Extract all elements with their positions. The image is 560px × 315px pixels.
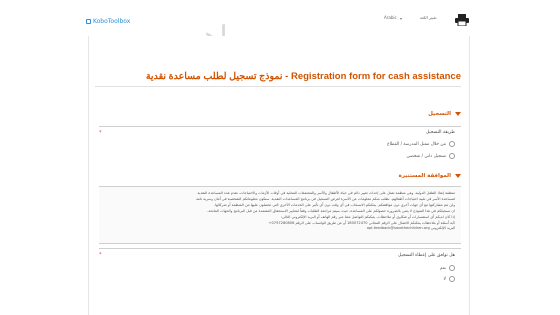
option-label: لا [443,276,446,282]
option-self-registration[interactable]: تسجيل ذاتي / شخصي [407,153,455,159]
question-label: هل توافق على إعطاء التسجيل [398,253,455,258]
consent-note: منظمة إنقاذ الطفل الدولية، وهي منظمة تعم… [99,186,461,244]
radio-button[interactable] [449,153,455,159]
question-label: طريقة التسجيل [425,130,455,135]
consent-contact: opt.feedback@savethechildren.org البريد … [366,226,455,230]
form-container: نموذج تسجيل لطلب مساعدة نقدية - Registra… [88,36,470,315]
group-consent-title: الموافقة المستنيرة [398,173,451,179]
required-marker: * [99,130,102,136]
caret-down-icon [455,174,461,178]
option-label: نعم [439,265,446,271]
consent-question: * هل توافق على إعطاء التسجيل نعم لا [99,248,461,288]
option-yes[interactable]: نعم [440,265,455,271]
caret-down-icon [455,112,461,116]
radio-button[interactable] [449,141,455,147]
group-registration-header[interactable]: التسجيل [428,111,461,117]
option-label: من خلال ممثل المدرسة / القطاع [387,141,446,147]
radio-button[interactable] [449,265,455,271]
group-consent-header[interactable]: الموافقة المستنيرة [399,173,461,179]
required-marker: * [99,252,102,258]
kobo-logo-icon [86,19,91,24]
language-select[interactable]: Arabic [384,15,397,20]
printer-icon[interactable] [455,14,469,26]
option-no[interactable]: لا [444,276,455,282]
form-title: نموذج تسجيل لطلب مساعدة نقدية - Registra… [95,71,461,87]
group-registration-title: التسجيل [428,111,451,117]
kobo-logo: KoboToolbox [86,18,130,25]
language-select-label: تغيير اللغة [420,15,437,20]
radio-button[interactable] [449,276,455,282]
registration-method-question: * طريقة التسجيل من خلال ممثل المدرسة / ا… [99,126,461,166]
top-bar: KoboToolbox ماهو Arabic ▾ تغيير اللغة [0,0,560,55]
logo-text: KoboToolbox [93,18,131,25]
option-school-rep[interactable]: من خلال ممثل المدرسة / القطاع [387,141,455,147]
chevron-down-icon[interactable]: ▾ [400,16,402,21]
option-label: تسجيل ذاتي / شخصي [406,153,446,159]
